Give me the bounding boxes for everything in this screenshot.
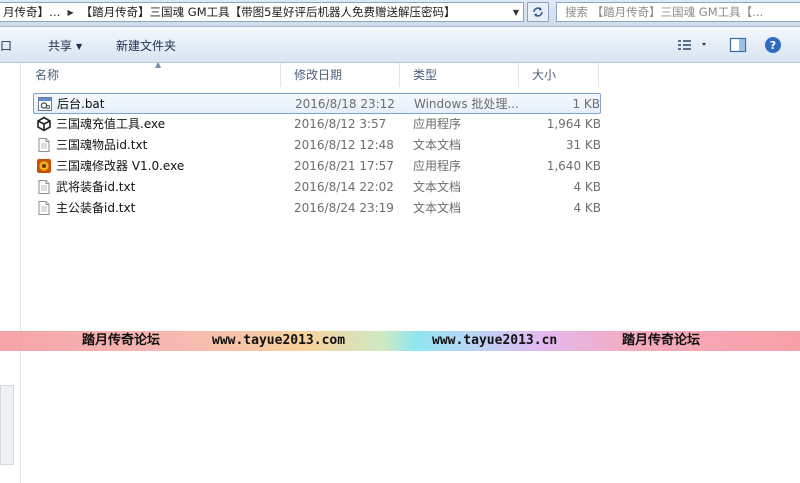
column-header-type[interactable]: 类型: [399, 63, 518, 87]
file-row[interactable]: 三国魂修改器 V1.0.exe 2016/8/21 17:57 应用程序 1,6…: [33, 156, 601, 177]
change-view-button[interactable]: [676, 36, 712, 54]
watermark-forum-name: 踏月传奇论坛: [622, 333, 701, 348]
file-modified: 2016/8/14 22:02: [294, 180, 394, 194]
refresh-button[interactable]: [527, 2, 549, 22]
column-header-name[interactable]: 名称: [21, 63, 280, 87]
trainer-app-icon: [37, 159, 51, 173]
share-label: 共享: [48, 39, 73, 53]
watermark-banner: 踏月传奇论坛 www.tayue2013.com www.tayue2013.c…: [0, 331, 800, 351]
preview-pane-icon: [729, 37, 747, 53]
file-type: 文本文档: [413, 180, 462, 194]
command-bar: 口 共享 ▼ 新建文件夹 ?: [0, 27, 800, 63]
details-view-icon: [678, 40, 706, 50]
address-bar[interactable]: 月传奇】… ▶ 【踏月传奇】三国魂 GM工具【带图5星好评后机器人免费赠送解压密…: [0, 2, 524, 22]
file-row[interactable]: 后台.bat 2016/8/18 23:12 Windows 批处理... 1 …: [33, 93, 601, 114]
file-type: 应用程序: [413, 117, 462, 131]
text-file-icon: [38, 138, 50, 152]
unity-app-icon: [37, 116, 51, 132]
preview-pane-button[interactable]: [728, 36, 748, 54]
column-header-size[interactable]: 大小: [518, 63, 598, 87]
navigation-pane: [0, 63, 21, 483]
organize-menu-partial[interactable]: 口: [0, 37, 12, 54]
column-divider[interactable]: [598, 63, 599, 87]
file-size: 1 KB: [572, 97, 600, 111]
breadcrumb-parent[interactable]: 月传奇】…: [0, 4, 64, 20]
file-name: 武将装备id.txt: [56, 180, 136, 194]
nav-pane-scrollbar[interactable]: [0, 385, 14, 465]
svg-text:?: ?: [770, 39, 776, 52]
file-row[interactable]: 三国魂物品id.txt 2016/8/12 12:48 文本文档 31 KB: [33, 135, 601, 156]
breadcrumb-chevron-icon[interactable]: ▶: [64, 8, 78, 17]
file-name: 三国魂修改器 V1.0.exe: [56, 159, 185, 173]
file-type: 文本文档: [413, 201, 462, 215]
text-file-icon: [38, 201, 50, 215]
new-folder-button[interactable]: 新建文件夹: [116, 37, 176, 54]
file-size: 4 KB: [573, 201, 601, 215]
search-input[interactable]: 搜索 【踏月传奇】三国魂 GM工具【...: [556, 2, 800, 22]
column-header-row: ▲ 名称 修改日期 类型 大小: [21, 60, 800, 87]
file-name: 三国魂充值工具.exe: [56, 117, 166, 131]
file-type: 文本文档: [413, 138, 462, 152]
breadcrumb-current[interactable]: 【踏月传奇】三国魂 GM工具【带图5星好评后机器人免费赠送解压密码】: [78, 4, 459, 20]
chevron-down-icon: ▼: [76, 42, 83, 51]
watermark-url-com: www.tayue2013.com: [212, 333, 346, 348]
file-name: 主公装备id.txt: [56, 201, 136, 215]
column-header-modified[interactable]: 修改日期: [280, 63, 399, 87]
address-bar-row: 月传奇】… ▶ 【踏月传奇】三国魂 GM工具【带图5星好评后机器人免费赠送解压密…: [0, 0, 800, 27]
text-file-icon: [38, 180, 50, 194]
file-modified: 2016/8/18 23:12: [295, 97, 395, 111]
file-row[interactable]: 三国魂充值工具.exe 2016/8/12 3:57 应用程序 1,964 KB: [33, 114, 601, 135]
address-dropdown-icon[interactable]: ▼: [509, 3, 523, 21]
file-modified: 2016/8/24 23:19: [294, 201, 394, 215]
file-row[interactable]: 主公装备id.txt 2016/8/24 23:19 文本文档 4 KB: [33, 198, 601, 219]
file-type: 应用程序: [413, 159, 462, 173]
batch-file-icon: [38, 97, 52, 111]
file-type: Windows 批处理...: [414, 97, 519, 111]
file-size: 31 KB: [565, 138, 601, 152]
share-menu[interactable]: 共享 ▼: [48, 37, 82, 54]
refresh-icon: [533, 7, 543, 17]
file-size: 1,640 KB: [546, 159, 601, 173]
watermark-url-cn: www.tayue2013.cn: [432, 333, 558, 348]
file-size: 1,964 KB: [546, 117, 601, 131]
file-row[interactable]: 武将装备id.txt 2016/8/14 22:02 文本文档 4 KB: [33, 177, 601, 198]
file-size: 4 KB: [573, 180, 601, 194]
help-button[interactable]: ?: [764, 36, 782, 54]
file-modified: 2016/8/12 3:57: [294, 117, 387, 131]
help-icon: ?: [765, 37, 781, 53]
watermark-forum-name: 踏月传奇论坛: [82, 333, 161, 348]
file-name: 三国魂物品id.txt: [56, 138, 148, 152]
file-name: 后台.bat: [57, 97, 105, 111]
file-modified: 2016/8/21 17:57: [294, 159, 394, 173]
file-modified: 2016/8/12 12:48: [294, 138, 394, 152]
